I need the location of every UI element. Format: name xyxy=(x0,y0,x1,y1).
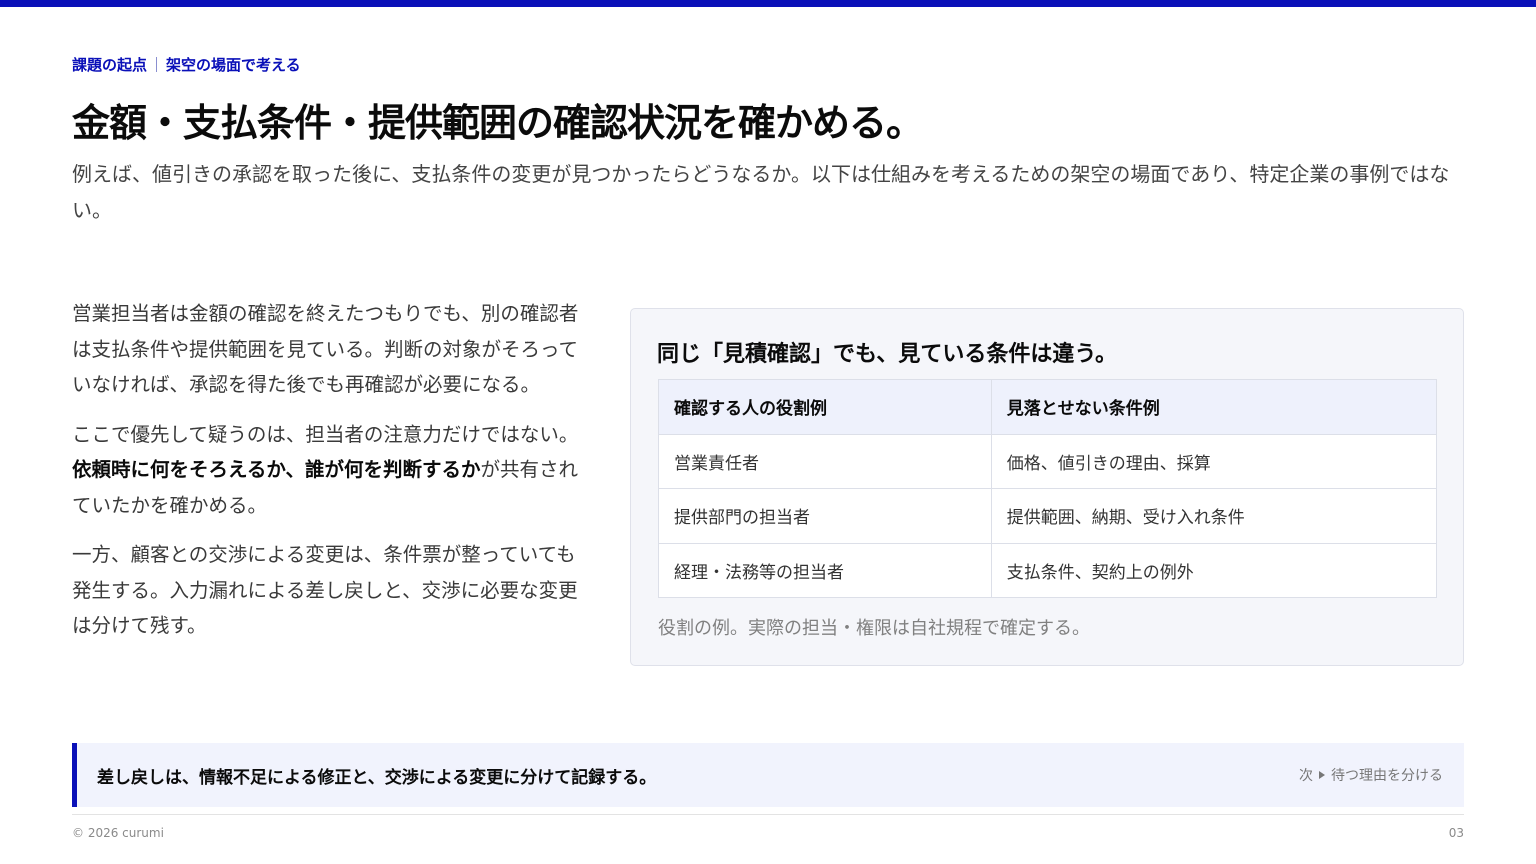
card-title: 同じ「見積確認」でも、見ている条件は違う。 xyxy=(657,342,1118,367)
cell-role: 経理・法務等の担当者 xyxy=(658,542,992,598)
body-paragraph-1: 営業担当者は金額の確認を終えたつもりでも、別の確認者は支払条件や提供範囲を見てい… xyxy=(72,302,579,396)
body-paragraph-2-lead: ここで優先して疑うのは、担当者の注意力だけではない。 xyxy=(72,422,579,446)
table-header-row: 確認する人の役割例 見落とせない条件例 xyxy=(658,379,1438,435)
roles-card: 同じ「見積確認」でも、見ている条件は違う。 確認する人の役割例 見落とせない条件… xyxy=(630,308,1464,666)
page-number: 03 xyxy=(1448,826,1464,840)
cell-condition: 支払条件、契約上の例外 xyxy=(990,542,1438,598)
cell-role: 営業責任者 xyxy=(658,433,992,489)
body-text: 営業担当者は金額の確認を終えたつもりでも、別の確認者は支払条件や提供範囲を見てい… xyxy=(72,296,584,658)
summary-callout: 差し戻しは、情報不足による修正と、交渉による変更に分けて記録する。 次 待つ理由… xyxy=(72,743,1464,807)
eyebrow: 課題の起点 架空の場面で考える xyxy=(72,54,301,75)
eyebrow-category: 課題の起点 xyxy=(72,56,148,74)
eyebrow-topic: 架空の場面で考える xyxy=(166,56,301,74)
roles-table: 確認する人の役割例 見落とせない条件例 営業責任者 価格、値引きの理由、採算 提… xyxy=(658,379,1438,598)
card-note: 役割の例。実際の担当・権限は自社規程で確定する。 xyxy=(658,618,1090,639)
column-header-condition: 見落とせない条件例 xyxy=(990,379,1438,435)
copyright: © 2026 curumi xyxy=(72,826,164,840)
body-paragraph-2: ここで優先して疑うのは、担当者の注意力だけではない。依頼時に何をそろえるか、誰が… xyxy=(72,417,584,524)
next-section-link[interactable]: 次 待つ理由を分ける xyxy=(1299,765,1443,785)
triangle-right-icon xyxy=(1319,771,1325,779)
footer-divider xyxy=(72,814,1464,815)
top-accent-bar xyxy=(0,0,1536,7)
table-row: 経理・法務等の担当者 支払条件、契約上の例外 xyxy=(658,542,1438,598)
cell-role: 提供部門の担当者 xyxy=(658,488,992,544)
body-paragraph-3: 一方、顧客との交渉による変更は、条件票が整っていても発生する。入力漏れによる差し… xyxy=(72,543,578,637)
table-row: 提供部門の担当者 提供範囲、納期、受け入れ条件 xyxy=(658,488,1438,544)
eyebrow-divider xyxy=(156,57,158,72)
cell-condition: 価格、値引きの理由、採算 xyxy=(990,433,1438,489)
table-row: 営業責任者 価格、値引きの理由、採算 xyxy=(658,433,1438,489)
callout-text: 差し戻しは、情報不足による修正と、交渉による変更に分けて記録する。 xyxy=(97,767,657,788)
next-prefix: 次 xyxy=(1299,768,1313,784)
body-paragraph-2-emphasis: 依頼時に何をそろえるか、誰が何を判断するか xyxy=(72,458,481,481)
column-header-role: 確認する人の役割例 xyxy=(658,379,992,435)
next-label: 待つ理由を分ける xyxy=(1331,768,1443,784)
lead-paragraph: 例えば、値引きの承認を取った後に、支払条件の変更が見つかったらどうなるか。以下は… xyxy=(72,162,1450,222)
page-title: 金額・支払条件・提供範囲の確認状況を確かめる。 xyxy=(72,101,924,145)
cell-condition: 提供範囲、納期、受け入れ条件 xyxy=(990,488,1438,544)
